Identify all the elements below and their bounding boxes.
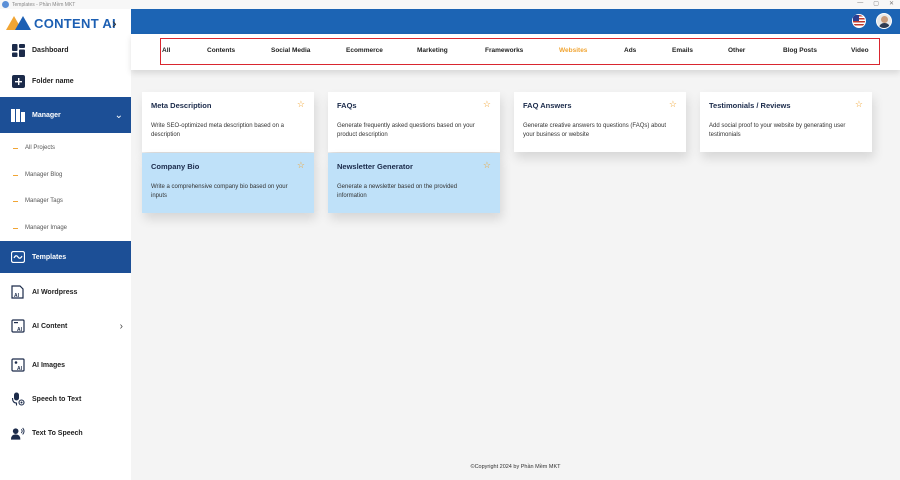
tab-websites[interactable]: Websites	[559, 39, 587, 63]
template-card-faqs[interactable]: FAQs Generate frequently asked questions…	[328, 92, 500, 152]
sidebar-item-label: AI Images	[32, 361, 66, 369]
sidebar-item-ai-content[interactable]: AI AI Content ›	[0, 316, 131, 336]
sidebar-subitem-manager-image[interactable]: Manager Image	[0, 222, 131, 234]
chevron-down-icon: ⌄	[114, 109, 123, 121]
tab-frameworks[interactable]: Frameworks	[485, 39, 523, 63]
sidebar-item-folder-name[interactable]: Folder name	[0, 70, 131, 92]
sidebar: CONTENT AI › Dashboard Folder name Manag…	[0, 9, 131, 480]
svg-text:AI: AI	[17, 366, 23, 372]
sidebar-item-label: AI Wordpress	[32, 288, 78, 296]
card-title: Newsletter Generator	[337, 162, 413, 171]
speaker-person-icon	[11, 426, 25, 440]
template-card-faq-answers[interactable]: FAQ Answers Generate creative answers to…	[514, 92, 686, 152]
svg-text:AI: AI	[14, 293, 20, 299]
category-bar: All Contents Social Media Ecommerce Mark…	[131, 34, 900, 70]
star-icon[interactable]: ☆	[669, 99, 677, 110]
card-title: Testimonials / Reviews	[709, 101, 791, 110]
category-tabs: All Contents Social Media Ecommerce Mark…	[160, 38, 880, 65]
star-icon[interactable]: ☆	[855, 99, 863, 110]
plus-icon	[11, 74, 25, 88]
sidebar-item-ai-wordpress[interactable]: AI AI Wordpress	[0, 282, 131, 302]
template-card-company-bio[interactable]: Company Bio Write a comprehensive compan…	[142, 153, 314, 213]
card-title: FAQs	[337, 101, 357, 110]
sidebar-subitem-manager-tags[interactable]: Manager Tags	[0, 195, 131, 207]
star-icon[interactable]: ☆	[483, 99, 491, 110]
tab-social-media[interactable]: Social Media	[271, 39, 310, 63]
sidebar-item-label: AI Content	[32, 322, 68, 330]
sidebar-item-ai-images[interactable]: AI AI Images	[0, 355, 131, 375]
tab-other[interactable]: Other	[728, 39, 745, 63]
sidebar-item-label: Text To Speech	[32, 429, 83, 437]
templates-icon	[11, 250, 25, 264]
template-card-newsletter-generator[interactable]: Newsletter Generator Generate a newslett…	[328, 153, 500, 213]
window-titlebar: Templates - Phần Mềm MKT — ▢ ✕	[0, 0, 900, 9]
close-button[interactable]: ✕	[889, 0, 894, 7]
maximize-button[interactable]: ▢	[873, 0, 879, 7]
star-icon[interactable]: ☆	[297, 99, 305, 110]
ai-wordpress-icon: AI	[11, 285, 25, 299]
minimize-button[interactable]: —	[857, 0, 863, 7]
card-description: Generate frequently asked questions base…	[337, 123, 475, 138]
ai-content-icon: AI	[11, 319, 25, 333]
sidebar-subitem-all-projects[interactable]: All Projects	[0, 142, 131, 154]
svg-text:AI: AI	[17, 327, 23, 333]
star-icon[interactable]: ☆	[483, 160, 491, 171]
template-card-meta-description[interactable]: Meta Description Write SEO-optimized met…	[142, 92, 314, 152]
tab-contents[interactable]: Contents	[207, 39, 235, 63]
sidebar-item-templates[interactable]: Templates	[0, 241, 131, 273]
app-icon	[2, 1, 9, 8]
tab-video[interactable]: Video	[851, 39, 869, 63]
logo-mark-icon	[6, 14, 32, 32]
sidebar-item-manager[interactable]: Manager ⌄	[0, 97, 131, 133]
tab-ecommerce[interactable]: Ecommerce	[346, 39, 383, 63]
card-description: Generate creative answers to questions (…	[523, 123, 667, 138]
top-header	[131, 9, 900, 34]
tab-blog-posts[interactable]: Blog Posts	[783, 39, 817, 63]
sidebar-item-dashboard[interactable]: Dashboard	[0, 39, 131, 61]
card-description: Generate a newsletter based on the provi…	[337, 184, 458, 199]
card-title: Meta Description	[151, 101, 212, 110]
sidebar-item-label: Dashboard	[32, 46, 69, 54]
tab-emails[interactable]: Emails	[672, 39, 693, 63]
card-title: FAQ Answers	[523, 101, 572, 110]
card-title: Company Bio	[151, 162, 200, 171]
sidebar-item-label: Templates	[32, 253, 67, 261]
chevron-right-icon: ›	[119, 320, 123, 332]
us-flag-icon[interactable]	[852, 14, 866, 28]
sidebar-item-label: Manager	[32, 111, 61, 119]
footer-copyright: ©Copyright 2024 by Phần Mềm MKT	[470, 464, 561, 470]
sidebar-item-label: Folder name	[32, 77, 74, 85]
template-card-testimonials[interactable]: Testimonials / Reviews Add social proof …	[700, 92, 872, 152]
avatar[interactable]	[876, 13, 892, 29]
sidebar-item-text-to-speech[interactable]: Text To Speech	[0, 423, 131, 443]
dashboard-icon	[11, 43, 25, 57]
window-title: Templates - Phần Mềm MKT	[12, 1, 76, 8]
microphone-icon	[11, 392, 25, 406]
tab-all[interactable]: All	[162, 39, 170, 63]
manager-icon	[11, 108, 25, 122]
card-description: Add social proof to your website by gene…	[709, 123, 846, 138]
tab-ads[interactable]: Ads	[624, 39, 636, 63]
sidebar-item-speech-to-text[interactable]: Speech to Text	[0, 389, 131, 409]
tab-marketing[interactable]: Marketing	[417, 39, 448, 63]
card-description: Write SEO-optimized meta description bas…	[151, 123, 284, 138]
brand-name: CONTENT AI	[34, 15, 116, 31]
ai-images-icon: AI	[11, 358, 25, 372]
sidebar-collapse-icon[interactable]: ›	[112, 15, 117, 31]
star-icon[interactable]: ☆	[297, 160, 305, 171]
sidebar-subitem-manager-blog[interactable]: Manager Blog	[0, 169, 131, 181]
card-description: Write a comprehensive company bio based …	[151, 184, 288, 199]
sidebar-item-label: Speech to Text	[32, 395, 82, 403]
